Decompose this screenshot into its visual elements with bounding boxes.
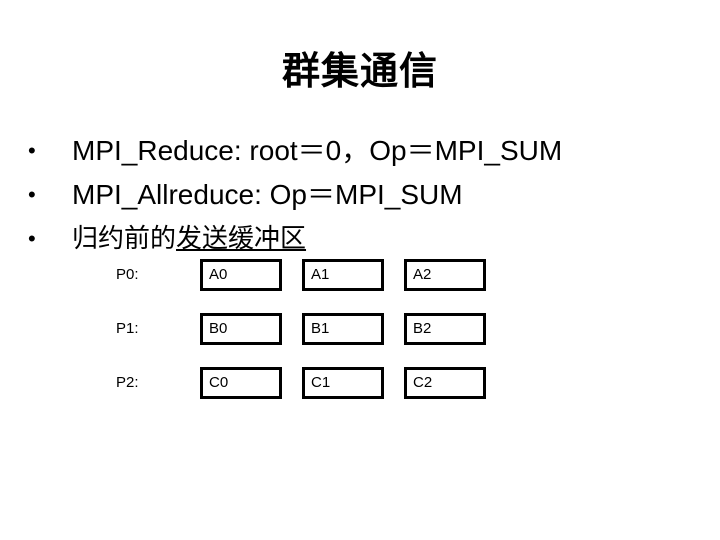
cell-text: A0 (209, 266, 228, 283)
bullet-mpi-allreduce: • MPI_Allreduce: Op＝MPI_SUM (28, 178, 463, 212)
process-label-p1: P1: (116, 320, 139, 337)
process-label-p0: P0: (116, 266, 139, 283)
buffer-cell-b0: B0 (200, 313, 282, 345)
cell-text: C1 (311, 374, 331, 391)
cell-text: B1 (311, 320, 330, 337)
bullet-text: MPI_Allreduce: Op＝MPI_SUM (72, 179, 463, 210)
buffer-cell-b1: B1 (302, 313, 384, 345)
bullet-marker: • (28, 226, 36, 251)
bullet-mpi-reduce: • MPI_Reduce: root＝0，Op＝MPI_SUM (28, 134, 562, 168)
buffer-cell-c0: C0 (200, 367, 282, 399)
cell-text: A2 (413, 266, 432, 283)
bullet-send-buffer: • 归约前的发送缓冲区 (28, 222, 306, 256)
buffer-cell-c1: C1 (302, 367, 384, 399)
process-label-p2: P2: (116, 374, 139, 391)
cell-text: C2 (413, 374, 433, 391)
buffer-cell-a2: A2 (404, 259, 486, 291)
buffer-cell-b2: B2 (404, 313, 486, 345)
buffer-cell-a0: A0 (200, 259, 282, 291)
bullet-marker: • (28, 138, 36, 163)
cell-text: A1 (311, 266, 330, 283)
bullet-text: MPI_Reduce: root＝0，Op＝MPI_SUM (72, 135, 563, 166)
cell-text: C0 (209, 374, 229, 391)
slide-title: 群集通信 (281, 49, 438, 93)
buffer-cell-c2: C2 (404, 367, 486, 399)
buffer-cell-a1: A1 (302, 259, 384, 291)
bullet-text: 归约前的 (72, 224, 177, 254)
bullet-text-underlined: 发送缓冲区 (176, 224, 307, 254)
cell-text: B2 (413, 320, 432, 337)
cell-text: B0 (209, 320, 228, 337)
bullet-marker: • (28, 182, 36, 207)
